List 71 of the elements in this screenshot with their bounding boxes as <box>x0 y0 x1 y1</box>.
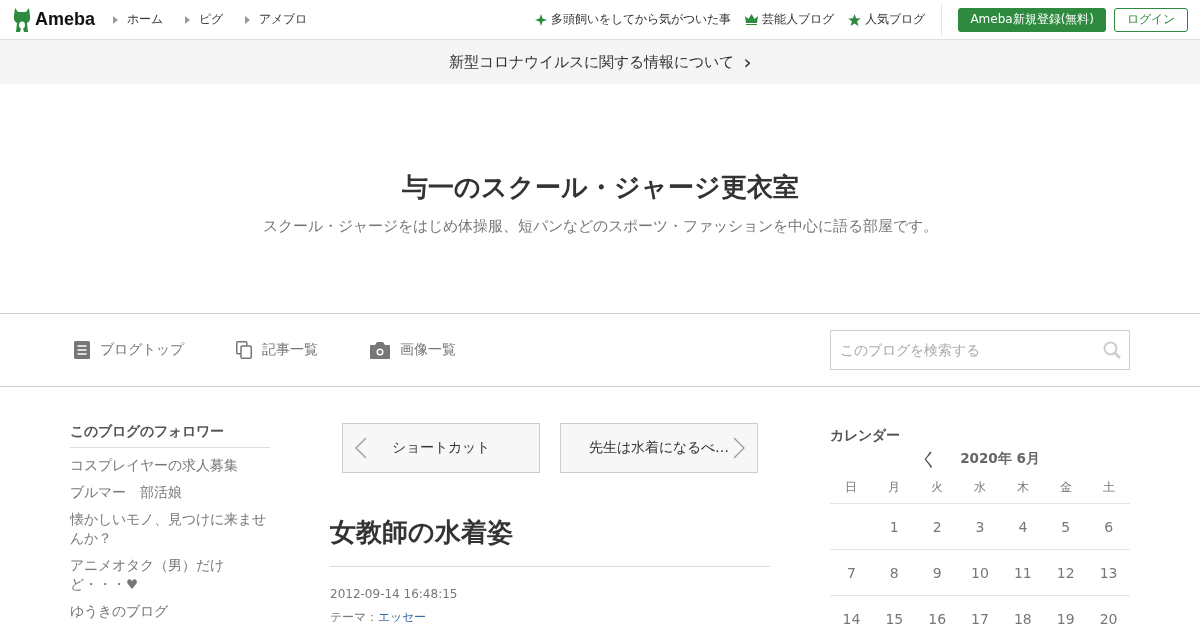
header-link[interactable]: 多頭飼いをしてから気がついた事 <box>535 11 732 28</box>
camera-icon <box>370 341 390 359</box>
calendar-day: 20 <box>1087 596 1130 630</box>
followers-heading: このブログのフォロワー <box>70 423 270 448</box>
calendar-day: 13 <box>1087 550 1130 595</box>
calendar-day: 6 <box>1087 504 1130 549</box>
register-button[interactable]: Ameba新規登録(無料) <box>958 7 1106 32</box>
previous-month-button[interactable]: く <box>920 447 939 471</box>
previous-entry-button[interactable]: ショートカット <box>342 423 540 473</box>
follower-link[interactable]: ブルマー 部活娘 <box>70 483 270 502</box>
triangle-icon <box>113 15 119 24</box>
blog-nav-link[interactable]: 記事一覧 <box>236 341 318 359</box>
blog-nav-link[interactable]: ブログトップ <box>74 341 184 359</box>
chevron-right-icon <box>733 437 745 459</box>
calendar-day: 10 <box>958 550 1002 595</box>
calendar-heading: カレンダー <box>830 427 901 445</box>
calendar-day: 11 <box>1001 550 1045 595</box>
calendar-day: 18 <box>1001 596 1045 630</box>
calendar-day: 14 <box>830 596 873 630</box>
follower-link[interactable]: ゆうきのブログ <box>70 602 270 621</box>
article-date: 2012-09-14 16:48:15 <box>330 587 459 601</box>
calendar-day: 4 <box>1001 504 1045 549</box>
ameba-logo[interactable]: Ameba <box>12 6 96 33</box>
weekday-label: 金 <box>1058 478 1073 496</box>
weekday-label: 木 <box>1015 478 1030 496</box>
nav-link[interactable]: ホーム <box>113 11 164 28</box>
calendar-day: 15 <box>872 596 916 630</box>
chevron-left-icon <box>355 437 367 459</box>
blog-title: 与一のスクール・ジャージ更衣室 <box>401 170 799 204</box>
search-field[interactable]: このブログを検索する <box>830 330 1130 370</box>
calendar-month: 2020年 6月 <box>960 450 1040 468</box>
weekday-label: 月 <box>887 478 902 496</box>
calendar-day: 1 <box>872 504 916 549</box>
copy-icon <box>236 341 252 359</box>
nav-link[interactable]: アメブロ <box>245 11 308 28</box>
triangle-icon <box>185 15 191 24</box>
search-icon[interactable] <box>1103 341 1121 359</box>
theme-label: テーマ： <box>330 610 378 624</box>
star-icon <box>848 13 862 26</box>
blog-description: スクール・ジャージをはじめ体操服、短パンなどのスポーツ・ファッションを中心に語る部屋です。 <box>262 216 938 236</box>
calendar-day: 17 <box>958 596 1002 630</box>
weekday-label: 水 <box>973 478 987 496</box>
header-link[interactable]: 芸能人ブログ <box>745 11 835 28</box>
notice-link[interactable]: 新型コロナウイルスに関する情報について › <box>448 50 752 74</box>
weekday-label: 日 <box>844 478 859 496</box>
calendar-day: 12 <box>1044 550 1088 595</box>
follower-link[interactable]: コスプレイヤーの求人募集 <box>70 456 270 475</box>
crown-icon <box>745 14 759 25</box>
calendar-day: 8 <box>872 550 916 595</box>
calendar-day: 9 <box>915 550 959 595</box>
calendar-day: 5 <box>1044 504 1088 549</box>
next-entry-button[interactable]: 先生は水着になるべ… <box>560 423 758 473</box>
calendar-day: 3 <box>958 504 1002 549</box>
follower-link[interactable]: 懐かしいモノ、見つけに来ませんか？ <box>70 510 270 548</box>
calendar-day: 2 <box>915 504 959 549</box>
blog-nav-link[interactable]: 画像一覧 <box>370 341 456 359</box>
calendar-day: 19 <box>1044 596 1088 630</box>
header-link[interactable]: 人気ブログ <box>848 11 926 28</box>
weekday-label: 火 <box>930 478 945 496</box>
follower-link[interactable]: アニメオタク（男）だけど・・・♥ <box>70 556 270 594</box>
mascot-icon <box>12 6 32 33</box>
nav-link[interactable]: ピグ <box>185 11 224 28</box>
login-button[interactable]: ログイン <box>1114 7 1188 32</box>
calendar-day: 16 <box>915 596 959 630</box>
sparkle-icon <box>535 13 548 26</box>
document-icon <box>74 341 90 359</box>
theme-link[interactable]: エッセー <box>378 610 426 624</box>
calendar-day: 7 <box>830 550 873 595</box>
article-title: 女教師の水着姿 <box>330 515 770 567</box>
weekday-label: 土 <box>1101 478 1116 496</box>
triangle-icon <box>245 15 251 24</box>
